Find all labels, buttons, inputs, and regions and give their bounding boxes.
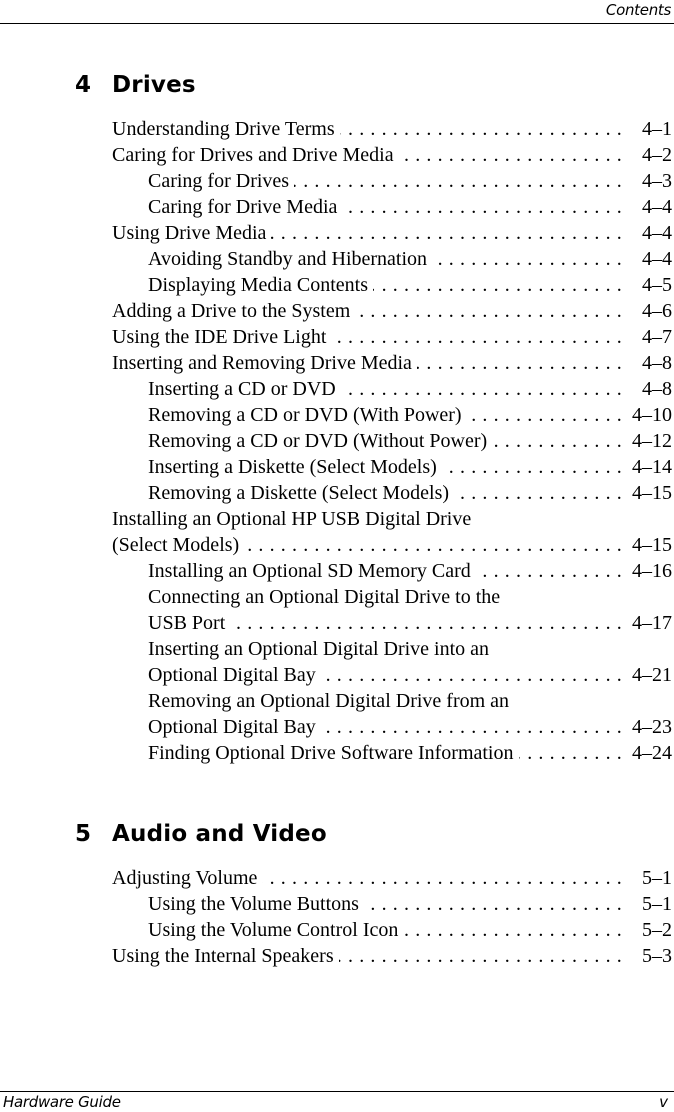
toc-entry-line[interactable]: Inserting an Optional Digital Drive into… — [0, 636, 674, 662]
toc-page-number[interactable]: 4–23 — [628, 714, 672, 740]
toc-entry[interactable]: Understanding Drive Terms...............… — [0, 116, 674, 142]
toc-entry[interactable]: Removing a CD or DVD (With Power).......… — [0, 402, 674, 428]
toc-page-number[interactable]: 5–2 — [638, 917, 672, 943]
toc-entry[interactable]: Removing a CD or DVD (Without Power)....… — [0, 428, 674, 454]
toc-list: Adjusting Volume........................… — [0, 865, 674, 969]
toc-page-number[interactable]: 4–1 — [638, 116, 672, 142]
toc-entry-label[interactable]: Inserting a CD or DVD — [148, 376, 341, 402]
footer-document-title: Hardware Guide — [3, 1093, 121, 1111]
chapter-title: Audio and Video — [112, 821, 327, 847]
toc-entry-line[interactable]: Connecting an Optional Digital Drive to … — [0, 584, 674, 610]
toc-entry-label[interactable]: Caring for Drives and Drive Media — [112, 142, 399, 168]
toc-entry-label[interactable]: USB Port — [148, 610, 231, 636]
toc-entry[interactable]: Optional Digital Bay....................… — [0, 662, 674, 688]
toc-entry[interactable]: Optional Digital Bay....................… — [0, 714, 674, 740]
chapter-heading: 4 Drives — [0, 68, 674, 102]
toc-entry[interactable]: Inserting a Diskette (Select Models)....… — [0, 454, 674, 480]
toc-entry[interactable]: Using the Volume Control Icon...........… — [0, 917, 674, 943]
chapter-number: 5 — [75, 821, 92, 847]
toc-entry[interactable]: Installing an Optional SD Memory Card...… — [0, 558, 674, 584]
toc-entry-label[interactable]: Inserting an Optional Digital Drive into… — [148, 636, 490, 662]
toc-entry-line[interactable]: Removing an Optional Digital Drive from … — [0, 688, 674, 714]
toc-entry[interactable]: Caring for Drives.......................… — [0, 168, 674, 194]
toc-entry-label[interactable]: Caring for Drives — [148, 168, 295, 194]
toc-entry-label[interactable]: Optional Digital Bay — [148, 662, 321, 688]
toc-entry-label[interactable]: Adjusting Volume — [112, 865, 263, 891]
toc-page-number[interactable]: 4–21 — [628, 662, 672, 688]
toc-entry-label[interactable]: Removing a CD or DVD (With Power) — [148, 402, 467, 428]
toc-entry[interactable]: Removing a Diskette (Select Models).....… — [0, 480, 674, 506]
chapter-title: Drives — [112, 72, 196, 98]
chapter-4-section: 4 Drives Understanding Drive Terms......… — [0, 68, 674, 766]
toc-page-number[interactable]: 4–8 — [638, 350, 672, 376]
toc-page-number[interactable]: 4–15 — [628, 480, 672, 506]
toc-entry[interactable]: Adding a Drive to the System............… — [0, 298, 674, 324]
toc-page-number[interactable]: 4–7 — [638, 324, 672, 350]
toc-entry-label[interactable]: Using the IDE Drive Light — [112, 324, 332, 350]
toc-entry[interactable]: Using Drive Media.......................… — [0, 220, 674, 246]
toc-page-number[interactable]: 4–16 — [628, 558, 672, 584]
toc-entry[interactable]: Using the IDE Drive Light...............… — [0, 324, 674, 350]
running-header-title: Contents — [605, 1, 671, 19]
toc-entry-label[interactable]: (Select Models) — [112, 532, 245, 558]
toc-entry-label[interactable]: Displaying Media Contents — [148, 272, 373, 298]
toc-page-number[interactable]: 4–8 — [638, 376, 672, 402]
chapter-heading: 5 Audio and Video — [0, 817, 674, 851]
toc-page-number[interactable]: 4–15 — [628, 532, 672, 558]
header-rule — [0, 23, 674, 24]
toc-page-number[interactable]: 4–5 — [638, 272, 672, 298]
chapter-number: 4 — [75, 72, 92, 98]
toc-entry[interactable]: Inserting a CD or DVD...................… — [0, 376, 674, 402]
toc-entry-label[interactable]: Installing an Optional HP USB Digital Dr… — [112, 506, 472, 532]
toc-entry[interactable]: (Select Models).........................… — [0, 532, 674, 558]
toc-entry-label[interactable]: Connecting an Optional Digital Drive to … — [148, 584, 501, 610]
toc-entry-label[interactable]: Inserting a Diskette (Select Models) — [148, 454, 442, 480]
toc-entry-label[interactable]: Removing a Diskette (Select Models) — [148, 480, 455, 506]
toc-entry-label[interactable]: Using the Volume Buttons — [148, 891, 364, 917]
toc-entry[interactable]: Using the Internal Speakers.............… — [0, 943, 674, 969]
toc-entry-label[interactable]: Finding Optional Drive Software Informat… — [148, 740, 519, 766]
toc-page-number[interactable]: 4–24 — [628, 740, 672, 766]
toc-page-number[interactable]: 4–4 — [638, 220, 672, 246]
toc-entry[interactable]: Caring for Drive Media..................… — [0, 194, 674, 220]
toc-page-number[interactable]: 4–2 — [638, 142, 672, 168]
toc-entry-label[interactable]: Adding a Drive to the System — [112, 298, 356, 324]
footer-page-number: v — [659, 1093, 668, 1111]
toc-entry-label[interactable]: Using Drive Media — [112, 220, 272, 246]
toc-page-number[interactable]: 4–6 — [638, 298, 672, 324]
toc-entry-label[interactable]: Removing an Optional Digital Drive from … — [148, 688, 510, 714]
toc-entry-label[interactable]: Removing a CD or DVD (Without Power) — [148, 428, 493, 454]
toc-entry-label[interactable]: Caring for Drive Media — [148, 194, 343, 220]
toc-page-number[interactable]: 4–12 — [628, 428, 672, 454]
toc-entry[interactable]: Using the Volume Buttons................… — [0, 891, 674, 917]
toc-entry[interactable]: USB Port................................… — [0, 610, 674, 636]
toc-page-number[interactable]: 4–3 — [638, 168, 672, 194]
toc-page-number[interactable]: 5–3 — [638, 943, 672, 969]
toc-page-number[interactable]: 4–4 — [638, 246, 672, 272]
toc-entry[interactable]: Avoiding Standby and Hibernation........… — [0, 246, 674, 272]
toc-page-number[interactable]: 4–4 — [638, 194, 672, 220]
toc-entry-label[interactable]: Using the Internal Speakers — [112, 943, 339, 969]
toc-entry[interactable]: Finding Optional Drive Software Informat… — [0, 740, 674, 766]
toc-entry[interactable]: Caring for Drives and Drive Media.......… — [0, 142, 674, 168]
toc-page-number[interactable]: 5–1 — [638, 891, 672, 917]
toc-page-number[interactable]: 4–17 — [628, 610, 672, 636]
toc-entry-line[interactable]: Installing an Optional HP USB Digital Dr… — [0, 506, 674, 532]
chapter-5-section: 5 Audio and Video Adjusting Volume......… — [0, 817, 674, 969]
toc-list: Understanding Drive Terms...............… — [0, 116, 674, 766]
toc-page-number[interactable]: 4–10 — [628, 402, 672, 428]
toc-entry[interactable]: Adjusting Volume........................… — [0, 865, 674, 891]
toc-entry-label[interactable]: Using the Volume Control Icon — [148, 917, 404, 943]
toc-page-number[interactable]: 5–1 — [638, 865, 672, 891]
toc-entry-label[interactable]: Optional Digital Bay — [148, 714, 321, 740]
toc-entry-label[interactable]: Understanding Drive Terms — [112, 116, 340, 142]
toc-entry-label[interactable]: Inserting and Removing Drive Media — [112, 350, 417, 376]
toc-entry[interactable]: Displaying Media Contents...............… — [0, 272, 674, 298]
toc-entry[interactable]: Inserting and Removing Drive Media......… — [0, 350, 674, 376]
toc-entry-label[interactable]: Avoiding Standby and Hibernation — [148, 246, 433, 272]
toc-entry-label[interactable]: Installing an Optional SD Memory Card — [148, 558, 476, 584]
toc-page-number[interactable]: 4–14 — [628, 454, 672, 480]
